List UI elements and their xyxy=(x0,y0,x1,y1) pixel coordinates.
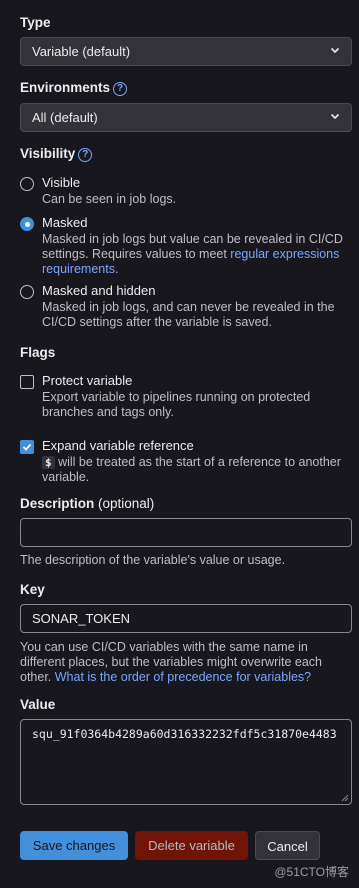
resize-grip-icon[interactable] xyxy=(341,794,349,802)
visibility-label-text: Visibility xyxy=(20,146,76,161)
protect-variable-checkbox[interactable] xyxy=(20,375,34,389)
option-title: Visible xyxy=(42,175,81,190)
radio-visible[interactable] xyxy=(20,177,34,191)
option-desc: Can be seen in job logs. xyxy=(42,192,177,206)
key-label: Key xyxy=(20,582,45,597)
description-hint: The description of the variable's value … xyxy=(20,553,286,567)
type-select[interactable]: Variable (default) xyxy=(20,37,352,66)
key-input[interactable]: SONAR_TOKEN xyxy=(20,604,352,633)
flags-label: Flags xyxy=(20,345,56,360)
key-hint: You can use CI/CD variables with the sam… xyxy=(20,640,352,685)
save-changes-button[interactable]: Save changes xyxy=(20,831,128,860)
environments-select[interactable]: All (default) xyxy=(20,103,352,132)
question-circle-icon[interactable]: ? xyxy=(78,148,93,162)
option-desc: Export variable to pipelines running on … xyxy=(42,390,311,419)
environments-label-text: Environments xyxy=(20,80,111,95)
option-title: Protect variable xyxy=(42,373,133,388)
option-desc: $ will be treated as the start of a refe… xyxy=(42,455,354,485)
description-label: Description (optional) xyxy=(20,496,154,511)
chevron-down-icon xyxy=(330,47,340,54)
description-optional: (optional) xyxy=(94,496,155,511)
precedence-link[interactable]: What is the order of precedence for vari… xyxy=(55,670,311,684)
radio-masked[interactable] xyxy=(20,217,34,231)
environments-select-value: All (default) xyxy=(32,110,98,125)
option-desc: Masked in job logs but value can be reve… xyxy=(42,232,354,277)
cancel-button[interactable]: Cancel xyxy=(255,831,320,860)
visibility-label: Visibility? xyxy=(20,146,93,162)
expand-variable-checkbox[interactable] xyxy=(20,440,34,454)
type-label: Type xyxy=(20,15,51,30)
dollar-code: $ xyxy=(42,456,55,469)
description-label-text: Description xyxy=(20,496,95,511)
option-desc: Masked in job logs, and can never be rev… xyxy=(42,300,335,329)
environments-label: Environments? xyxy=(20,80,128,96)
option-title: Masked xyxy=(42,215,88,230)
chevron-down-icon xyxy=(330,113,340,120)
value-textarea[interactable]: squ_91f0364b4289a60d316332232fdf5c31870e… xyxy=(20,719,352,805)
question-circle-icon[interactable]: ? xyxy=(113,82,128,96)
delete-variable-button[interactable]: Delete variable xyxy=(135,831,248,860)
value-text: squ_91f0364b4289a60d316332232fdf5c31870e… xyxy=(32,727,337,741)
value-label: Value xyxy=(20,697,56,712)
type-select-value: Variable (default) xyxy=(32,44,131,59)
option-desc-text: will be treated as the start of a refere… xyxy=(42,455,341,484)
watermark: @51CTO博客 xyxy=(274,865,349,879)
option-desc-end: . xyxy=(114,262,119,276)
option-title: Expand variable reference xyxy=(42,438,194,453)
check-icon xyxy=(22,443,32,451)
description-input[interactable] xyxy=(20,518,352,547)
radio-masked-hidden[interactable] xyxy=(20,285,34,299)
option-title: Masked and hidden xyxy=(42,283,156,298)
